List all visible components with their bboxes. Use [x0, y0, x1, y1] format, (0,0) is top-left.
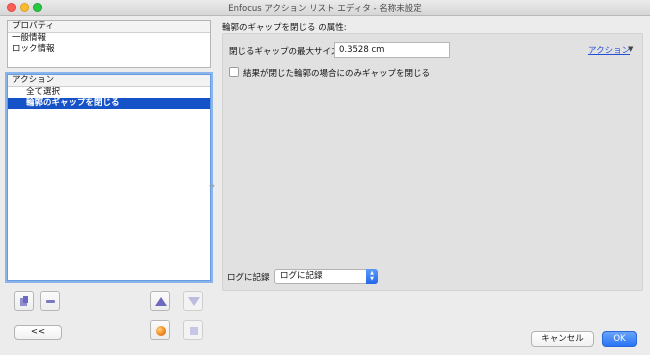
properties-header: プロパティ	[8, 21, 210, 33]
select-arrows-icon: ▲ ▼	[366, 269, 378, 284]
max-gap-label: 閉じるギャップの最大サイズ	[229, 47, 340, 57]
closed-contour-checkbox[interactable]	[229, 67, 239, 77]
actions-header: アクション	[8, 75, 210, 87]
cancel-button[interactable]: キャンセル	[531, 331, 594, 347]
properties-list: プロパティ 一般情報 ロック情報	[7, 20, 211, 68]
remove-icon	[46, 300, 55, 303]
stop-button[interactable]	[183, 320, 203, 340]
actions-list[interactable]: アクション 全て選択 輪郭のギャップを閉じる	[7, 74, 211, 281]
move-up-icon	[155, 297, 167, 306]
duplicate-action-button[interactable]	[14, 291, 34, 311]
max-gap-input[interactable]: 0.3528 cm	[334, 42, 450, 58]
property-item-lock[interactable]: ロック情報	[8, 44, 210, 55]
log-select-value: ログに記録	[280, 271, 323, 281]
action-menu-link[interactable]: アクション	[588, 44, 630, 56]
duplicate-icon	[20, 296, 28, 306]
log-label: ログに記録	[227, 273, 270, 283]
stop-icon	[190, 327, 198, 335]
action-list-editor-window: Enfocus アクション リスト エディタ - 名称未設定 プロパティ 一般情…	[0, 0, 650, 355]
action-item-select-all[interactable]: 全て選択	[8, 87, 210, 98]
splitter-handle[interactable]: ⇔	[209, 182, 215, 190]
attributes-panel: 閉じるギャップの最大サイズ 0.3528 cm アクション ▼ 結果が閉じた輪郭…	[222, 33, 643, 291]
property-item-general[interactable]: 一般情報	[8, 33, 210, 44]
ok-button[interactable]: OK	[602, 331, 637, 347]
log-select[interactable]: ログに記録 ▲ ▼	[274, 269, 378, 284]
move-down-button[interactable]	[183, 291, 203, 311]
title-bar[interactable]: Enfocus アクション リスト エディタ - 名称未設定	[0, 0, 650, 16]
action-item-close-gaps[interactable]: 輪郭のギャップを閉じる	[8, 98, 210, 109]
attributes-heading: 輪郭のギャップを閉じる の属性:	[222, 23, 347, 33]
record-icon	[156, 326, 166, 336]
collapse-button[interactable]: <<	[14, 325, 62, 340]
move-up-button[interactable]	[150, 291, 170, 311]
closed-contour-label[interactable]: 結果が閉じた輪郭の場合にのみギャップを閉じる	[243, 67, 430, 79]
record-button[interactable]	[150, 320, 170, 340]
window-title: Enfocus アクション リスト エディタ - 名称未設定	[228, 4, 422, 14]
move-down-icon	[188, 297, 200, 306]
chevron-down-icon[interactable]: ▼	[628, 45, 633, 53]
remove-action-button[interactable]	[40, 291, 60, 311]
